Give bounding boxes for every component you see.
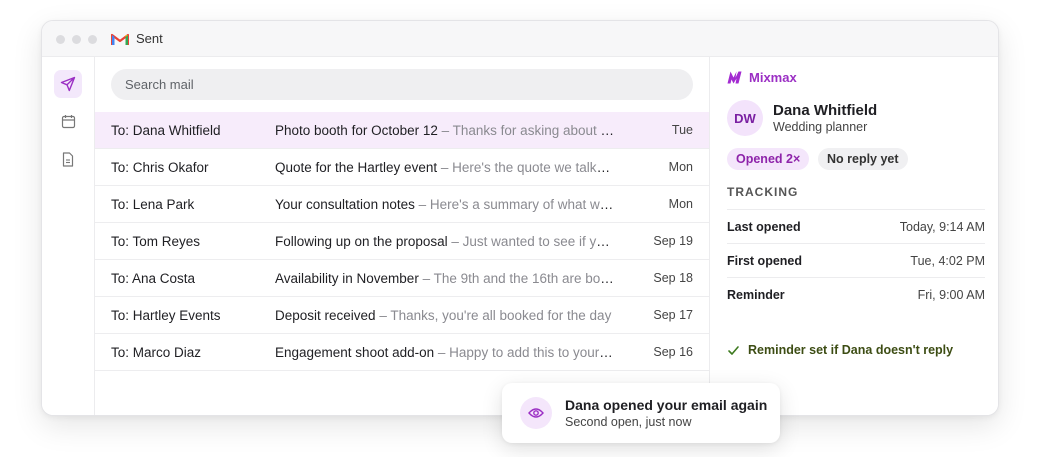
- email-row[interactable]: To: Ana Costa Availability in November – …: [95, 260, 709, 297]
- mail-window: Sent Search mail To: Dana Whitfield Phot…: [41, 20, 999, 416]
- toast-subtitle: Second open, just now: [565, 415, 692, 429]
- rail-sent-button[interactable]: [54, 70, 82, 98]
- mixmax-brand: Mixmax: [749, 70, 797, 85]
- subject-separator: –: [418, 197, 427, 212]
- contact-role: Wedding planner: [773, 120, 868, 134]
- email-row[interactable]: To: Dana Whitfield Photo booth for Octobe…: [95, 112, 709, 149]
- mail-list-pane: Search mail To: Dana Whitfield Photo boot…: [95, 57, 709, 415]
- email-subject-line: Photo booth for October 12 – Thanks for …: [275, 123, 615, 138]
- email-snippet: Happy to add this to your package: [449, 345, 615, 360]
- rail-calendar-button[interactable]: [54, 107, 82, 135]
- tracking-label: First opened: [727, 254, 803, 268]
- email-date: Sep 18: [653, 271, 693, 285]
- email-row[interactable]: To: Hartley Events Deposit received – Tha…: [95, 297, 709, 334]
- nav-rail: [42, 57, 95, 415]
- calendar-icon: [61, 114, 75, 128]
- email-subject-line: Your consultation notes – Here's a summa…: [275, 197, 615, 212]
- email-recipient: To: Marco Diaz: [111, 345, 202, 360]
- tracking-value: Fri, 9:00 AM: [917, 288, 985, 302]
- tracking-row-first-opened: First opened Tue, 4:02 PM: [727, 243, 985, 277]
- email-subject: Photo booth for October 12: [275, 123, 438, 138]
- toast-title: Dana opened your email again: [565, 397, 768, 413]
- email-list: To: Dana Whitfield Photo booth for Octobe…: [95, 112, 709, 371]
- tracking-label: Last opened: [727, 220, 801, 234]
- email-recipient: To: Ana Costa: [111, 271, 196, 286]
- eye-icon: [520, 397, 552, 429]
- email-date: Mon: [668, 160, 693, 174]
- email-date: Sep 16: [653, 345, 693, 359]
- email-snippet: Thanks for asking about the photo booth: [452, 123, 615, 138]
- subject-separator: –: [437, 345, 446, 360]
- email-subject-line: Quote for the Hartley event – Here's the…: [275, 160, 615, 175]
- window-zoom-dot[interactable]: [88, 35, 97, 44]
- contact-name: Dana Whitfield: [773, 102, 878, 119]
- reminder-note-text: Reminder set if Dana doesn't reply: [748, 343, 954, 357]
- title-bar: Sent: [42, 21, 998, 57]
- email-recipient: To: Dana Whitfield: [111, 123, 221, 138]
- email-recipient: To: Chris Okafor: [111, 160, 209, 175]
- email-snippet: The 9th and the 16th are both open: [433, 271, 615, 286]
- email-subject: Quote for the Hartley event: [275, 160, 438, 175]
- email-recipient: To: Lena Park: [111, 197, 195, 212]
- mixmax-side-panel: Mixmax DW Dana Whitfield Wedding planner…: [709, 57, 998, 415]
- document-icon: [62, 151, 74, 167]
- opened-count-badge: Opened 2×: [727, 148, 810, 170]
- check-icon: [728, 346, 739, 355]
- no-reply-badge: No reply yet: [818, 148, 908, 170]
- email-date: Mon: [668, 197, 693, 211]
- subject-separator: –: [379, 308, 387, 323]
- subject-separator: –: [441, 123, 450, 138]
- mixmax-logo-icon: [727, 71, 742, 84]
- email-row[interactable]: To: Tom Reyes Following up on the proposa…: [95, 223, 709, 260]
- subject-separator: –: [451, 234, 459, 249]
- subject-separator: –: [422, 271, 431, 286]
- email-row[interactable]: To: Lena Park Your consultation notes – H…: [95, 186, 709, 223]
- rail-document-button[interactable]: [54, 145, 82, 173]
- email-snippet: Here's a summary of what we discussed: [429, 197, 615, 212]
- tracking-row-last-opened: Last opened Today, 9:14 AM: [727, 209, 985, 243]
- tracking-row-reminder[interactable]: Reminder Fri, 9:00 AM: [727, 277, 985, 311]
- email-subject-line: Availability in November – The 9th and t…: [275, 271, 615, 286]
- email-recipient: To: Hartley Events: [111, 308, 221, 323]
- email-row[interactable]: To: Marco Diaz Engagement shoot add-on – …: [95, 334, 709, 371]
- window-title: Sent: [136, 31, 163, 46]
- email-subject-line: Following up on the proposal – Just want…: [275, 234, 615, 249]
- email-snippet: Thanks, you're all booked for the day: [390, 308, 612, 323]
- tracking-value: Today, 9:14 AM: [899, 220, 985, 234]
- email-snippet: Here's the quote we talked about: [452, 160, 615, 175]
- search-input[interactable]: Search mail: [111, 69, 693, 100]
- email-date: Sep 19: [653, 234, 693, 248]
- window-close-dot[interactable]: [56, 35, 65, 44]
- email-subject: Your consultation notes: [275, 197, 415, 212]
- email-subject-line: Deposit received – Thanks, you're all bo…: [275, 308, 615, 323]
- email-snippet: Just wanted to see if you had a chance: [462, 234, 615, 249]
- tracking-label: Reminder: [727, 288, 785, 302]
- open-notification-toast[interactable]: Dana opened your email again Second open…: [502, 383, 780, 443]
- send-icon: [60, 76, 76, 92]
- email-subject: Engagement shoot add-on: [275, 345, 435, 360]
- email-date: Sep 17: [653, 308, 693, 322]
- subject-separator: –: [440, 160, 449, 175]
- email-row[interactable]: To: Chris Okafor Quote for the Hartley ev…: [95, 149, 709, 186]
- email-subject: Following up on the proposal: [275, 234, 448, 249]
- email-subject: Availability in November: [275, 271, 419, 286]
- window-minimize-dot[interactable]: [72, 35, 81, 44]
- email-recipient: To: Tom Reyes: [111, 234, 201, 249]
- tracking-section-title: TRACKING: [727, 185, 799, 199]
- gmail-icon: [111, 33, 129, 45]
- email-subject: Deposit received: [275, 308, 376, 323]
- email-subject-line: Engagement shoot add-on – Happy to add t…: [275, 345, 615, 360]
- email-date: Tue: [671, 123, 693, 137]
- contact-avatar: DW: [727, 100, 763, 136]
- tracking-value: Tue, 4:02 PM: [910, 254, 985, 268]
